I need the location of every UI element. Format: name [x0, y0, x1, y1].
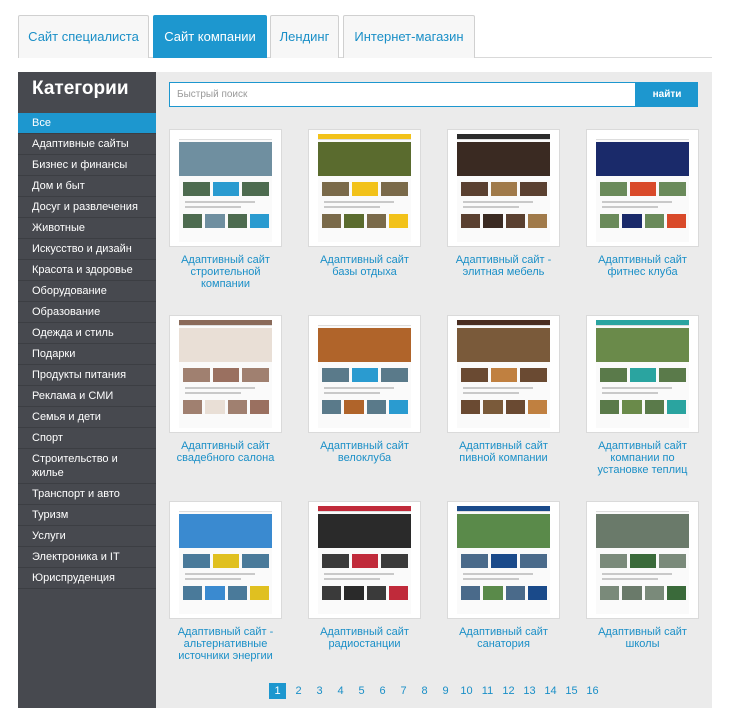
page-link[interactable]: 4: [332, 683, 349, 699]
template-preview-image: [596, 134, 689, 242]
template-preview-image: [179, 320, 272, 428]
page-link[interactable]: 7: [395, 683, 412, 699]
sidebar-item-category[interactable]: Адаптивные сайты: [18, 134, 156, 155]
template-card[interactable]: Адаптивный сайт строительной компании: [169, 129, 287, 290]
sidebar-item-category[interactable]: Животные: [18, 218, 156, 239]
tab-online-store[interactable]: Интернет-магазин: [343, 15, 475, 58]
sidebar-item-category[interactable]: Подарки: [18, 344, 156, 365]
sidebar-item-category[interactable]: Бизнес и финансы: [18, 155, 156, 176]
sidebar-item-category[interactable]: Юриспруденция: [18, 568, 156, 589]
template-thumbnail[interactable]: [169, 501, 282, 619]
pagination: 1 2 3 4 5 6 7 8 9 10 11 12 13 14 15 16: [269, 683, 601, 699]
page-link[interactable]: 13: [521, 683, 538, 699]
sidebar-item-category[interactable]: Красота и здоровье: [18, 260, 156, 281]
template-card[interactable]: Адаптивный сайт пивной компании: [447, 315, 565, 464]
template-thumbnail[interactable]: [169, 129, 282, 247]
template-thumbnail[interactable]: [447, 315, 560, 433]
template-thumbnail[interactable]: [308, 315, 421, 433]
sidebar-item-category[interactable]: Электроника и IT: [18, 547, 156, 568]
template-title-link[interactable]: Адаптивный сайт свадебного салона: [169, 440, 282, 464]
tab-specialist-site[interactable]: Сайт специалиста: [18, 15, 149, 58]
sidebar-item-category[interactable]: Одежда и стиль: [18, 323, 156, 344]
sidebar-item-category[interactable]: Образование: [18, 302, 156, 323]
template-card[interactable]: Адаптивный сайт - альтернативные источни…: [169, 501, 287, 662]
template-preview-image: [179, 134, 272, 242]
tab-landing[interactable]: Лендинг: [270, 15, 339, 58]
template-preview-image: [596, 320, 689, 428]
page-link[interactable]: 11: [479, 683, 496, 699]
template-preview-image: [318, 320, 411, 428]
sidebar-item-category[interactable]: Транспорт и авто: [18, 484, 156, 505]
sidebar-title: Категории: [32, 78, 129, 99]
page-link[interactable]: 10: [458, 683, 475, 699]
template-preview-image: [179, 506, 272, 614]
template-title-link[interactable]: Адаптивный сайт санатория: [447, 626, 560, 650]
template-card[interactable]: Адаптивный сайт школы: [586, 501, 704, 650]
template-preview-image: [457, 506, 550, 614]
template-card[interactable]: Адаптивный сайт - элитная мебель: [447, 129, 565, 278]
template-title-link[interactable]: Адаптивный сайт строительной компании: [169, 254, 282, 290]
template-title-link[interactable]: Адаптивный сайт радиостанции: [308, 626, 421, 650]
sidebar-item-category[interactable]: Услуги: [18, 526, 156, 547]
template-thumbnail[interactable]: [169, 315, 282, 433]
page-link[interactable]: 1: [269, 683, 286, 699]
template-thumbnail[interactable]: [308, 501, 421, 619]
page-link[interactable]: 6: [374, 683, 391, 699]
template-title-link[interactable]: Адаптивный сайт - элитная мебель: [447, 254, 560, 278]
template-title-link[interactable]: Адаптивный сайт велоклуба: [308, 440, 421, 464]
sidebar-item-category[interactable]: Семья и дети: [18, 407, 156, 428]
category-list: Все Адаптивные сайты Бизнес и финансы Дом и…: [18, 113, 156, 589]
template-card[interactable]: Адаптивный сайт фитнес клуба: [586, 129, 704, 278]
template-thumbnail[interactable]: [586, 129, 699, 247]
template-thumbnail[interactable]: [586, 315, 699, 433]
page-link[interactable]: 3: [311, 683, 328, 699]
template-preview-image: [596, 506, 689, 614]
template-title-link[interactable]: Адаптивный сайт школы: [586, 626, 699, 650]
page-link[interactable]: 12: [500, 683, 517, 699]
template-card[interactable]: Адаптивный сайт радиостанции: [308, 501, 426, 650]
search-button[interactable]: найти: [636, 82, 698, 107]
template-thumbnail[interactable]: [447, 129, 560, 247]
template-preview-image: [457, 320, 550, 428]
tab-company-site[interactable]: Сайт компании: [153, 15, 267, 58]
page-link[interactable]: 8: [416, 683, 433, 699]
page-link[interactable]: 15: [563, 683, 580, 699]
page-link[interactable]: 9: [437, 683, 454, 699]
page-link[interactable]: 14: [542, 683, 559, 699]
sidebar-item-category[interactable]: Досуг и развлечения: [18, 197, 156, 218]
sidebar-item-category[interactable]: Оборудование: [18, 281, 156, 302]
sidebar-item-category[interactable]: Реклама и СМИ: [18, 386, 156, 407]
template-title-link[interactable]: Адаптивный сайт базы отдыха: [308, 254, 421, 278]
categories-sidebar: Категории Все Адаптивные сайты Бизнес и фи…: [18, 72, 156, 708]
template-preview-image: [318, 134, 411, 242]
template-preview-image: [457, 134, 550, 242]
sidebar-item-category[interactable]: Все: [18, 113, 156, 134]
template-card[interactable]: Адаптивный сайт свадебного салона: [169, 315, 287, 464]
quick-search-input[interactable]: [169, 82, 636, 107]
template-type-tabs: Сайт специалиста Сайт компании Лендинг И…: [18, 15, 712, 58]
sidebar-item-category[interactable]: Дом и быт: [18, 176, 156, 197]
template-title-link[interactable]: Адаптивный сайт - альтернативные источни…: [169, 626, 282, 662]
template-card[interactable]: Адаптивный сайт базы отдыха: [308, 129, 426, 278]
sidebar-item-category[interactable]: Строительство и жилье: [18, 449, 156, 484]
template-title-link[interactable]: Адаптивный сайт компании по установке те…: [586, 440, 699, 476]
catalog-panel: Категории Все Адаптивные сайты Бизнес и фи…: [18, 72, 712, 708]
page-link[interactable]: 5: [353, 683, 370, 699]
template-thumbnail[interactable]: [308, 129, 421, 247]
page-link[interactable]: 16: [584, 683, 601, 699]
template-thumbnail[interactable]: [447, 501, 560, 619]
template-preview-image: [318, 506, 411, 614]
sidebar-item-category[interactable]: Продукты питания: [18, 365, 156, 386]
sidebar-item-category[interactable]: Спорт: [18, 428, 156, 449]
template-title-link[interactable]: Адаптивный сайт пивной компании: [447, 440, 560, 464]
template-card[interactable]: Адаптивный сайт санатория: [447, 501, 565, 650]
template-card[interactable]: Адаптивный сайт компании по установке те…: [586, 315, 704, 476]
page-link[interactable]: 2: [290, 683, 307, 699]
template-card[interactable]: Адаптивный сайт велоклуба: [308, 315, 426, 464]
sidebar-item-category[interactable]: Туризм: [18, 505, 156, 526]
template-title-link[interactable]: Адаптивный сайт фитнес клуба: [586, 254, 699, 278]
template-thumbnail[interactable]: [586, 501, 699, 619]
sidebar-item-category[interactable]: Искусство и дизайн: [18, 239, 156, 260]
